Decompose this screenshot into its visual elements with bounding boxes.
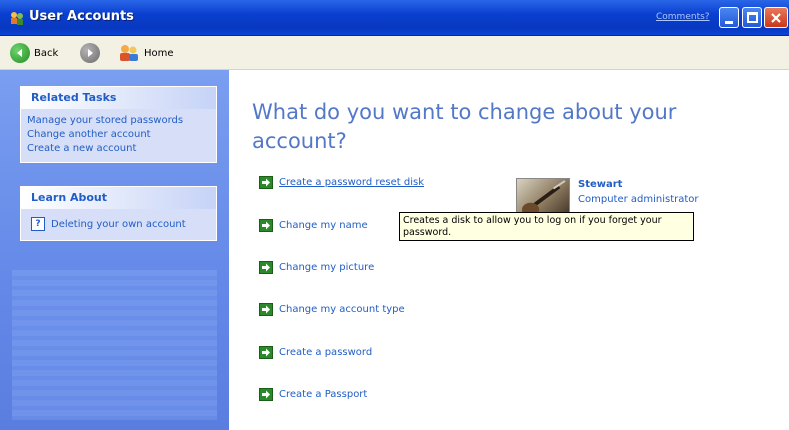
sidebar-decoration: [12, 270, 217, 420]
link-create-new-account[interactable]: Create a new account: [27, 142, 210, 156]
learn-item-deleting-account[interactable]: ? Deleting your own account: [27, 214, 210, 234]
green-arrow-icon: [259, 346, 273, 359]
maximize-button[interactable]: [742, 7, 762, 28]
link-manage-passwords[interactable]: Manage your stored passwords: [27, 114, 210, 128]
related-tasks-header: Related Tasks: [21, 87, 216, 109]
green-arrow-icon: [259, 176, 273, 189]
sidebar: Related Tasks Manage your stored passwor…: [0, 70, 229, 430]
green-arrow-icon: [259, 303, 273, 316]
related-tasks-panel: Related Tasks Manage your stored passwor…: [20, 86, 217, 163]
task-create-password-reset-disk[interactable]: Create a password reset disk: [259, 176, 424, 189]
task-change-picture[interactable]: Change my picture: [259, 261, 374, 274]
green-arrow-icon: [259, 261, 273, 274]
link-change-another-account[interactable]: Change another account: [27, 128, 210, 142]
home-button[interactable]: Home: [118, 42, 174, 64]
window-title: User Accounts: [29, 9, 134, 24]
home-users-icon: [120, 45, 138, 61]
forward-arrow-icon: [80, 43, 100, 63]
tooltip: Creates a disk to allow you to log on if…: [399, 212, 694, 241]
green-arrow-icon: [259, 388, 273, 401]
task-change-name[interactable]: Change my name: [259, 219, 368, 232]
home-label: Home: [144, 47, 174, 59]
close-button[interactable]: [764, 7, 788, 28]
back-button[interactable]: Back: [10, 42, 58, 64]
user-accounts-icon: [11, 12, 23, 25]
maximize-icon: [747, 12, 758, 23]
minimize-button[interactable]: [719, 7, 739, 28]
task-create-password[interactable]: Create a password: [259, 346, 372, 359]
main-content: What do you want to change about your ac…: [229, 70, 789, 430]
user-role: Computer administrator: [578, 194, 699, 205]
green-arrow-icon: [259, 219, 273, 232]
task-create-passport[interactable]: Create a Passport: [259, 388, 367, 401]
learn-item-label: Deleting your own account: [51, 218, 186, 230]
page-title: What do you want to change about your ac…: [252, 100, 677, 153]
back-label: Back: [34, 47, 59, 59]
title-bar: User Accounts Comments?: [0, 0, 789, 36]
minimize-icon: [725, 21, 733, 24]
help-icon: ?: [31, 217, 45, 231]
close-icon: [771, 13, 781, 23]
learn-about-panel: Learn About ? Deleting your own account: [20, 186, 217, 241]
back-arrow-icon: [10, 43, 30, 63]
comments-link[interactable]: Comments?: [656, 12, 710, 22]
toolbar: Back Home: [0, 36, 789, 70]
task-change-account-type[interactable]: Change my account type: [259, 303, 405, 316]
forward-button[interactable]: [80, 42, 100, 64]
learn-about-header: Learn About: [21, 187, 216, 209]
user-name: Stewart: [578, 179, 623, 190]
